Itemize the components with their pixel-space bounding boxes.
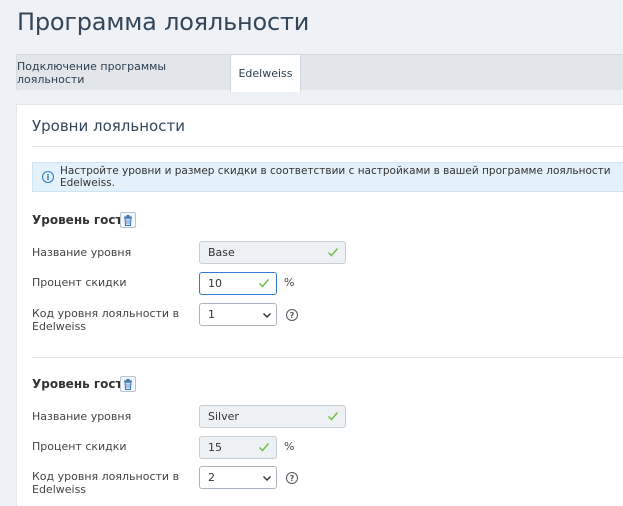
level-code-select[interactable]: 1	[199, 303, 277, 326]
level-code-label-line2: Edelweiss	[32, 483, 87, 496]
chevron-down-icon	[263, 476, 271, 481]
section-title: Уровни лояльности	[32, 117, 185, 135]
settings-panel: Уровни лояльности i Настройте уровни и р…	[16, 104, 623, 506]
help-icon[interactable]: ?	[286, 309, 298, 321]
delete-level-button[interactable]	[120, 376, 136, 392]
level-name-label: Название уровня	[32, 246, 132, 259]
level-code-label-line1: Код уровня лояльности в	[32, 307, 180, 320]
level-name-input[interactable]: Silver	[199, 405, 346, 428]
discount-input[interactable]: 15	[199, 436, 277, 459]
chevron-down-icon	[263, 313, 271, 318]
level-code-label-line2: Edelweiss	[32, 320, 87, 333]
check-icon	[258, 443, 270, 452]
level-code-label-line1: Код уровня лояльности в	[32, 470, 180, 483]
info-icon: i	[42, 171, 54, 183]
level-name-value: Base	[208, 246, 235, 259]
level-code-value: 2	[208, 471, 215, 484]
level-code-label: Код уровня лояльности в Edelweiss	[32, 307, 179, 333]
info-text: Настройте уровни и размер скидки в соотв…	[60, 165, 611, 189]
level-divider	[32, 357, 623, 358]
check-icon	[327, 248, 339, 257]
check-icon	[258, 279, 270, 288]
tab-loyalty-connection[interactable]: Подключение программы лояльности	[17, 55, 229, 90]
check-icon	[327, 412, 339, 421]
discount-input[interactable]: 10	[199, 272, 277, 295]
percent-unit: %	[284, 440, 295, 453]
level-code-value: 1	[208, 308, 215, 321]
discount-value: 15	[208, 441, 222, 454]
help-icon[interactable]: ?	[286, 472, 298, 484]
tab-bar: Подключение программы лояльности Edelwei…	[16, 54, 623, 92]
section-divider	[32, 146, 623, 147]
tab-edelweiss[interactable]: Edelweiss	[230, 54, 301, 92]
level-code-label: Код уровня лояльности в Edelweiss	[32, 470, 179, 496]
delete-level-button[interactable]	[120, 212, 136, 228]
page-title: Программа лояльности	[17, 8, 310, 36]
discount-label: Процент скидки	[32, 440, 127, 453]
level-title: Уровень гостя	[32, 377, 131, 391]
level-code-select[interactable]: 2	[199, 466, 277, 489]
trash-icon	[124, 214, 132, 226]
percent-unit: %	[284, 276, 295, 289]
trash-icon	[124, 378, 132, 390]
level-name-value: Silver	[208, 410, 239, 423]
info-banner: i Настройте уровни и размер скидки в соо…	[32, 162, 623, 192]
level-title: Уровень гостя	[32, 213, 131, 227]
level-name-label: Название уровня	[32, 410, 132, 423]
discount-value: 10	[208, 277, 222, 290]
level-name-input[interactable]: Base	[199, 241, 346, 264]
discount-label: Процент скидки	[32, 276, 127, 289]
